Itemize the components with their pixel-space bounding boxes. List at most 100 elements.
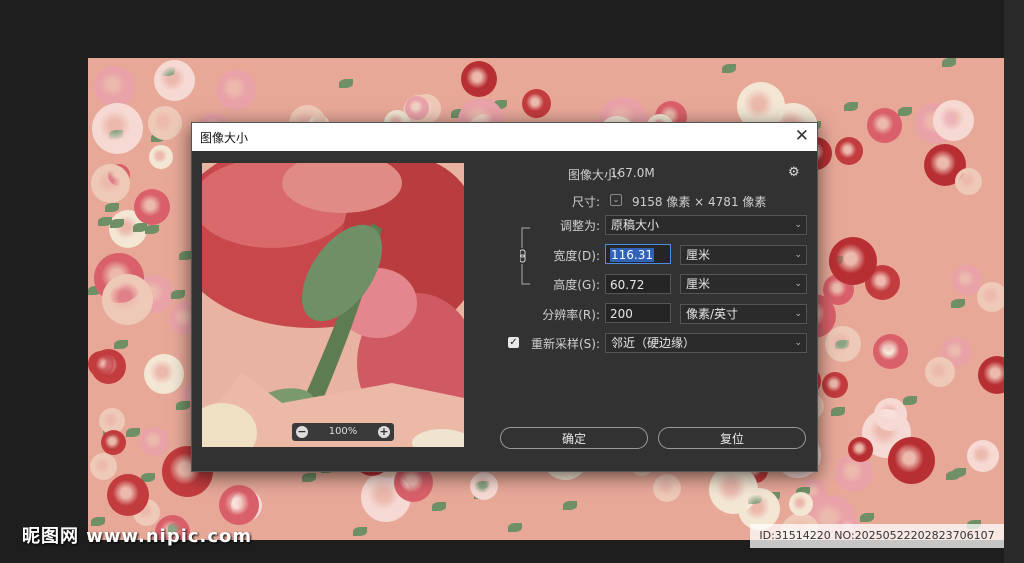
watermark-right: ID:31514220 NO:20250522202823706107 (750, 524, 1004, 548)
dimensions-value: 9158 像素 × 4781 像素 (632, 195, 767, 209)
fit-to-value: 原稿大小 (611, 218, 660, 232)
resolution-input[interactable]: 200 (605, 303, 671, 323)
chevron-down-icon: ⌄ (794, 279, 802, 289)
leaf-motif (171, 290, 185, 299)
dialog-title: 图像大小 (200, 131, 249, 145)
image-size-value: 167.0M (610, 166, 655, 180)
rose-motif (874, 398, 907, 431)
rose-motif (955, 168, 982, 195)
width-value: 116.31 (610, 248, 654, 262)
height-label: 高度(G): (553, 278, 600, 292)
rose-motif (867, 108, 902, 143)
width-unit-value: 厘米 (686, 248, 711, 262)
leaf-motif (110, 219, 124, 228)
leaf-motif (844, 102, 858, 111)
image-size-dialog: 图像大小 ✕ − 100% + 图像大小: 167.0M ⚙ 尺寸: ⌄ 915 (191, 122, 818, 472)
zoom-in-icon[interactable]: + (378, 426, 390, 438)
dialog-titlebar: 图像大小 ✕ (192, 123, 817, 151)
leaf-motif (946, 471, 960, 480)
rose-motif (216, 70, 256, 110)
resolution-value: 200 (610, 307, 633, 321)
dimensions-dropdown-icon[interactable]: ⌄ (610, 194, 622, 206)
chevron-down-icon: ⌄ (794, 250, 802, 260)
panel-edge (1004, 0, 1024, 563)
height-unit-select[interactable]: 厘米 ⌄ (680, 274, 807, 294)
rose-motif (470, 472, 498, 500)
dimensions-label: 尺寸: (571, 195, 600, 209)
rose-motif (522, 89, 551, 118)
rose-motif (977, 282, 1004, 312)
rose-motif (829, 237, 877, 285)
ok-button[interactable]: 确定 (500, 427, 648, 449)
image-size-label: 图像大小: (567, 168, 620, 182)
rose-motif (825, 326, 861, 362)
zoom-level: 100% (328, 426, 358, 437)
rose-motif (154, 60, 195, 101)
rose-motif (144, 354, 184, 394)
watermark-left: 昵图网 www.nipic.com (22, 526, 253, 547)
resample-label: 重新采样(S): (530, 337, 600, 351)
leaf-motif (105, 203, 119, 212)
leaf-motif (951, 299, 965, 308)
zoom-out-icon[interactable]: − (296, 426, 308, 438)
rose-motif (90, 453, 117, 480)
gear-icon[interactable]: ⚙ (788, 165, 800, 180)
leaf-motif (114, 340, 128, 349)
leaf-motif (722, 64, 736, 73)
reset-button[interactable]: 复位 (658, 427, 806, 449)
leaf-motif (903, 396, 917, 405)
leaf-motif (339, 79, 353, 88)
rose-motif (967, 440, 999, 472)
rose-motif (822, 372, 848, 398)
width-unit-select[interactable]: 厘米 ⌄ (680, 245, 807, 265)
leaf-motif (508, 523, 522, 532)
rose-motif (925, 357, 955, 387)
preview-pane[interactable]: − 100% + (202, 163, 464, 447)
rose-motif (848, 437, 873, 462)
resolution-label: 分辨率(R): (542, 308, 600, 322)
resolution-unit-value: 像素/英寸 (686, 307, 739, 321)
leaf-motif (353, 527, 367, 536)
fit-to-label: 调整为: (559, 219, 600, 233)
rose-motif (92, 103, 143, 154)
close-icon[interactable]: ✕ (795, 126, 809, 146)
rose-motif (94, 66, 135, 107)
leaf-motif (942, 58, 956, 67)
rose-motif (101, 430, 126, 455)
width-input[interactable]: 116.31 (605, 244, 671, 264)
rose-motif (933, 100, 974, 141)
chevron-down-icon: ⌄ (794, 338, 802, 348)
leaf-motif (563, 501, 577, 510)
leaf-motif (302, 473, 316, 482)
resample-select[interactable]: 邻近（硬边缘） ⌄ (605, 333, 807, 353)
leaf-motif (432, 502, 446, 511)
rose-motif (149, 145, 173, 169)
rose-motif (91, 349, 126, 384)
rose-motif (140, 427, 169, 456)
height-unit-value: 厘米 (686, 277, 711, 291)
rose-motif (102, 274, 153, 325)
leaf-motif (176, 401, 190, 410)
resolution-unit-select[interactable]: 像素/英寸 ⌄ (680, 304, 807, 324)
rose-motif (219, 485, 259, 525)
zoom-control: − 100% + (292, 423, 394, 441)
rose-motif (148, 106, 182, 140)
leaf-motif (898, 107, 912, 116)
rose-motif (461, 61, 497, 97)
rose-motif (653, 474, 681, 502)
leaf-motif (831, 407, 845, 416)
chevron-down-icon: ⌄ (794, 309, 802, 319)
rose-motif (789, 492, 813, 516)
leaf-motif (145, 225, 159, 234)
chevron-down-icon: ⌄ (794, 220, 802, 230)
rose-motif (873, 334, 908, 369)
rose-motif (134, 189, 170, 225)
leaf-motif (126, 428, 140, 437)
resample-value: 邻近（硬边缘） (611, 336, 696, 350)
preview-image (202, 163, 464, 447)
height-input[interactable]: 60.72 (605, 274, 671, 294)
leaf-motif (860, 513, 874, 522)
fit-to-select[interactable]: 原稿大小 ⌄ (605, 215, 807, 235)
leaf-motif (133, 223, 147, 232)
rose-motif (107, 474, 149, 516)
